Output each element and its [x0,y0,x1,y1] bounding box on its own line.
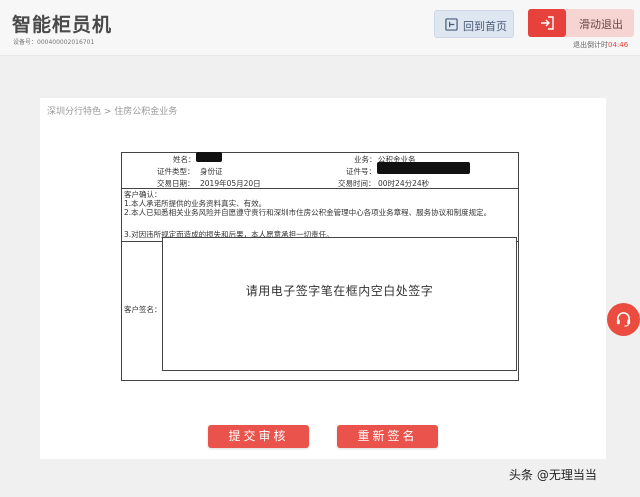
id-number-label: 证件号： [346,167,376,176]
business-label: 业务： [354,155,377,164]
confirm-title: 客户确认： [124,190,162,199]
watermark: 头条 @无理当当 [509,468,597,482]
logout-label: 滑动退出 [579,18,623,31]
countdown-prefix: 退出倒计时 [573,41,608,49]
id-type-value: 身份证 [200,167,223,176]
logout-countdown: 退出倒计时04:46 [573,40,628,50]
id-number-redacted [377,162,470,174]
name-label: 姓名： [173,155,196,164]
resign-button[interactable]: 重新签名 [337,425,438,448]
signature-pad[interactable]: 请用电子签字笔在框内空白处签字 [162,237,517,371]
home-button-label: 回到首页 [463,20,507,33]
header: 智能柜员机 设备号：000400002016701 回到首页 滑动退出 退出倒计… [0,0,640,56]
headset-icon [616,312,631,327]
signature-hint: 请用电子签字笔在框内空白处签字 [245,284,434,298]
main-card: 深圳分行特色 > 住房公积金业务 姓名： 业务： 公积金业务 证件类型： 身份证… [40,98,606,459]
name-redacted [196,152,222,162]
breadcrumb: 深圳分行特色 > 住房公积金业务 [47,107,178,117]
confirm-item-1: 1.本人承诺所提供的业务资料真实、有效。 [124,199,267,208]
logout-slider-handle[interactable] [528,9,566,37]
logout-icon [541,16,554,30]
app-title: 智能柜员机 [12,14,113,36]
submit-review-button[interactable]: 提交审核 [208,425,309,448]
customer-service-button[interactable] [607,303,640,336]
logout-slider-track[interactable]: 滑动退出 [566,9,634,37]
device-number: 设备号：000400002016701 [13,39,95,46]
home-icon [445,18,458,31]
form-divider [122,188,518,189]
id-type-label: 证件类型： [157,167,195,176]
countdown-value: 04:46 [608,41,629,49]
signature-label: 客户签名： [124,305,162,314]
transaction-form: 姓名： 业务： 公积金业务 证件类型： 身份证 证件号： 交易日期： 2019年… [121,152,519,381]
home-button[interactable]: 回到首页 [434,10,514,38]
confirm-item-2: 2.本人已知悉相关业务风险并自愿遵守贵行和深圳市住房公积金管理中心各项业务章程、… [124,208,492,217]
